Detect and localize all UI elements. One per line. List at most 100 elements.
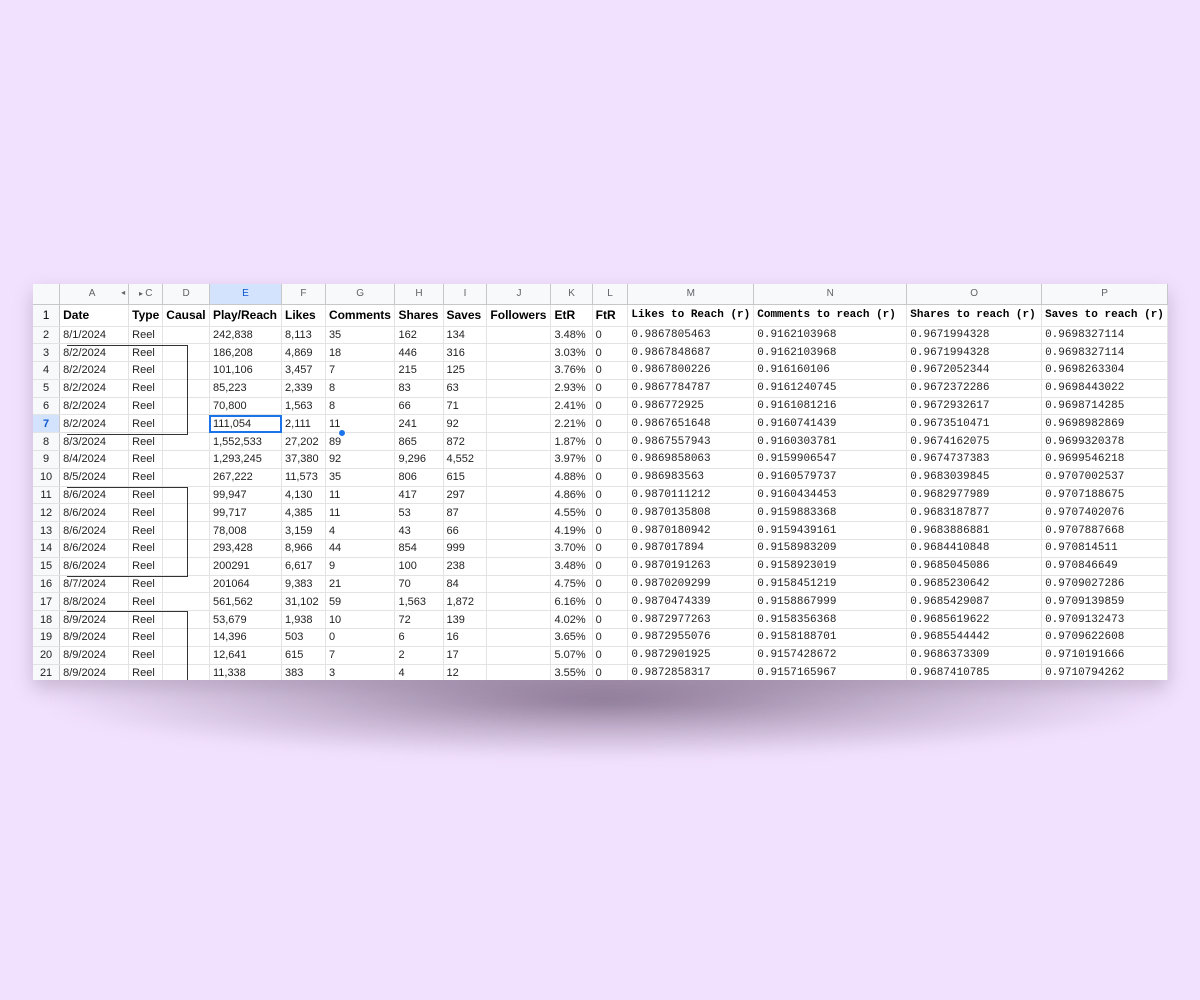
table-cell[interactable]: 0	[592, 414, 629, 434]
table-cell[interactable]: 66	[443, 521, 488, 541]
table-cell[interactable]: 0.9870135808	[627, 503, 755, 523]
table-cell[interactable]: 0.9162103968	[753, 326, 908, 345]
table-cell[interactable]: 0.9707188675	[1041, 486, 1168, 505]
table-cell[interactable]: 0	[592, 628, 629, 647]
table-cell[interactable]	[162, 557, 210, 576]
table-cell[interactable]: Reel	[128, 397, 164, 416]
column-header-c[interactable]: ▸ C	[128, 284, 164, 305]
row-number[interactable]: 7	[33, 414, 61, 434]
table-cell[interactable]: 0	[592, 326, 629, 345]
table-cell[interactable]: 3.65%	[550, 628, 593, 647]
row-number[interactable]: 14	[33, 539, 61, 558]
table-cell[interactable]: 125	[443, 361, 488, 380]
table-cell[interactable]: 0.9867800226	[627, 361, 755, 380]
table-cell[interactable]: 8/3/2024	[59, 432, 130, 452]
table-cell[interactable]: 0.9159439161	[753, 521, 908, 541]
corner-cell[interactable]	[33, 284, 61, 305]
table-cell[interactable]: 6	[394, 628, 444, 647]
table-cell[interactable]	[162, 432, 210, 452]
table-cell[interactable]: 0	[592, 397, 629, 416]
table-cell[interactable]: 0.9159883368	[753, 503, 908, 523]
table-cell[interactable]: 101,106	[209, 361, 283, 380]
table-cell[interactable]: 8/6/2024	[59, 486, 130, 505]
table-cell[interactable]: 0.9158451219	[753, 575, 908, 594]
row-number[interactable]: 3	[33, 343, 61, 363]
row-number[interactable]: 5	[33, 379, 61, 398]
table-cell[interactable]: 0.9684410848	[906, 539, 1043, 558]
table-cell[interactable]	[486, 361, 552, 380]
column-header-f[interactable]: F	[281, 284, 326, 305]
table-cell[interactable]: Reel	[128, 343, 164, 363]
table-cell[interactable]: 8/9/2024	[59, 628, 130, 647]
table-cell[interactable]: 0.9671994328	[906, 343, 1043, 363]
table-cell[interactable]	[162, 610, 210, 630]
header-cell[interactable]: Comments	[325, 304, 396, 327]
table-cell[interactable]: 0.9867557943	[627, 432, 755, 452]
header-cell[interactable]: Shares to reach (r)	[906, 304, 1043, 327]
header-cell[interactable]: Date	[59, 304, 130, 327]
table-cell[interactable]: 8/6/2024	[59, 503, 130, 523]
table-cell[interactable]	[162, 539, 210, 558]
header-cell[interactable]: Causal	[162, 304, 210, 327]
table-cell[interactable]	[486, 503, 552, 523]
table-cell[interactable]: 35	[325, 326, 396, 345]
table-cell[interactable]: 3.97%	[550, 450, 593, 469]
hidden-column-left-arrow-icon[interactable]: ◂	[121, 288, 125, 297]
table-cell[interactable]: 0.916160106	[753, 361, 908, 380]
table-cell[interactable]: 0.9685619622	[906, 610, 1043, 630]
table-cell[interactable]: 2.93%	[550, 379, 593, 398]
table-cell[interactable]: 17	[443, 646, 488, 665]
column-header-h[interactable]: H	[394, 284, 444, 305]
table-cell[interactable]: 12,641	[209, 646, 283, 665]
table-cell[interactable]: 0.9707402076	[1041, 503, 1168, 523]
table-cell[interactable]	[162, 397, 210, 416]
table-cell[interactable]: 0	[592, 379, 629, 398]
table-cell[interactable]: 7	[325, 646, 396, 665]
table-cell[interactable]: 0.9157165967	[753, 664, 908, 680]
table-cell[interactable]: 21	[325, 575, 396, 594]
row-number[interactable]: 19	[33, 628, 61, 647]
table-cell[interactable]: 0	[592, 503, 629, 523]
column-header-a[interactable]: A ◂	[59, 284, 130, 305]
table-cell[interactable]: 2,339	[281, 379, 326, 398]
table-cell[interactable]: 8	[325, 397, 396, 416]
table-cell[interactable]: 0.9162103968	[753, 343, 908, 363]
table-cell[interactable]: 8/9/2024	[59, 664, 130, 680]
table-cell[interactable]: 0.9158923019	[753, 557, 908, 576]
table-cell[interactable]: Reel	[128, 468, 164, 487]
table-cell[interactable]: 417	[394, 486, 444, 505]
table-cell[interactable]: 4	[394, 664, 444, 680]
table-cell[interactable]	[486, 432, 552, 452]
table-cell[interactable]: 201064	[209, 575, 283, 594]
row-number[interactable]: 17	[33, 592, 61, 612]
table-cell[interactable]: 99,717	[209, 503, 283, 523]
table-cell[interactable]: 8/2/2024	[59, 414, 130, 434]
table-cell[interactable]: 87	[443, 503, 488, 523]
table-cell[interactable]: 999	[443, 539, 488, 558]
table-cell[interactable]: 8/7/2024	[59, 575, 130, 594]
table-cell[interactable]: 4.75%	[550, 575, 593, 594]
table-cell[interactable]: 53,679	[209, 610, 283, 630]
row-number[interactable]: 21	[33, 664, 61, 680]
table-cell[interactable]: 78,008	[209, 521, 283, 541]
table-cell[interactable]: 0.9870209299	[627, 575, 755, 594]
table-cell[interactable]: 0.9685045086	[906, 557, 1043, 576]
header-cell[interactable]: Likes to Reach (r)	[627, 304, 755, 327]
header-cell[interactable]: Type	[128, 304, 164, 327]
table-cell[interactable]: 43	[394, 521, 444, 541]
table-cell[interactable]: 316	[443, 343, 488, 363]
table-cell[interactable]: 1,293,245	[209, 450, 283, 469]
table-cell[interactable]: 0	[592, 468, 629, 487]
table-cell[interactable]: 8/2/2024	[59, 343, 130, 363]
table-cell[interactable]: 3.48%	[550, 557, 593, 576]
table-cell[interactable]: 0.9698714285	[1041, 397, 1168, 416]
table-cell[interactable]: 2.41%	[550, 397, 593, 416]
table-cell[interactable]: 0.9161240745	[753, 379, 908, 398]
row-number[interactable]: 20	[33, 646, 61, 665]
table-cell[interactable]: 3,457	[281, 361, 326, 380]
table-cell[interactable]: 0	[592, 521, 629, 541]
table-cell[interactable]	[486, 397, 552, 416]
row-number[interactable]: 2	[33, 326, 61, 345]
table-cell[interactable]: 3.76%	[550, 361, 593, 380]
row-number[interactable]: 18	[33, 610, 61, 630]
